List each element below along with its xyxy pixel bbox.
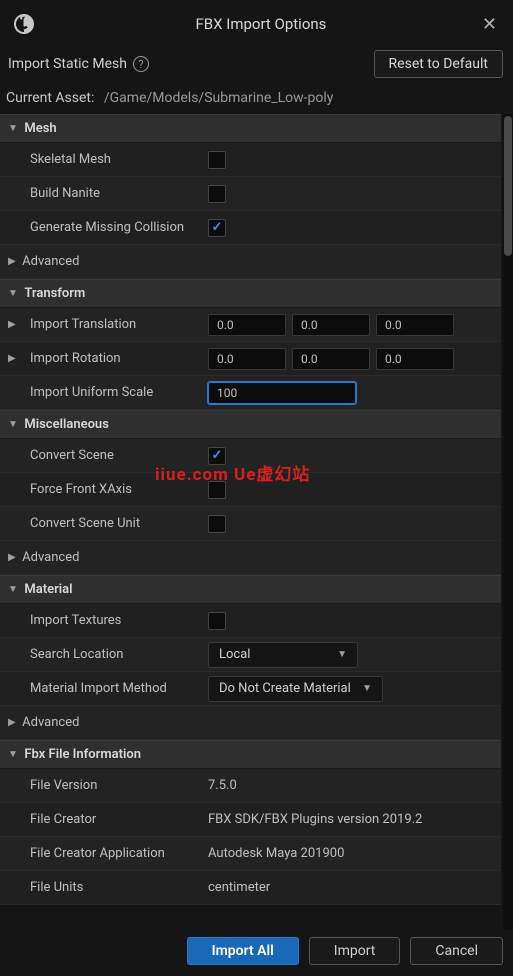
chevron-down-icon: ▼ bbox=[337, 649, 347, 660]
import-subtitle: Import Static Mesh bbox=[8, 56, 127, 72]
checkbox-force-front-x[interactable] bbox=[208, 481, 226, 499]
label-skeletal-mesh: Skeletal Mesh bbox=[26, 152, 208, 167]
import-button[interactable]: Import bbox=[309, 937, 401, 965]
chevron-down-icon: ▼ bbox=[8, 584, 18, 595]
close-icon[interactable]: ✕ bbox=[478, 10, 501, 39]
help-icon[interactable]: ? bbox=[133, 56, 149, 72]
label-search-location: Search Location bbox=[26, 647, 208, 662]
chevron-right-icon: ▶ bbox=[8, 256, 16, 267]
category-material[interactable]: ▼ Material bbox=[0, 575, 501, 604]
chevron-right-icon: ▶ bbox=[8, 552, 16, 563]
label-import-rotation: Import Rotation bbox=[26, 351, 208, 366]
chevron-right-icon[interactable]: ▶ bbox=[8, 319, 16, 330]
material-advanced[interactable]: ▶ Advanced bbox=[0, 706, 501, 740]
mesh-advanced[interactable]: ▶ Advanced bbox=[0, 245, 501, 279]
chevron-down-icon: ▼ bbox=[8, 419, 18, 430]
uniform-scale-input[interactable] bbox=[208, 382, 356, 404]
chevron-down-icon: ▼ bbox=[362, 683, 372, 694]
dropdown-search-location[interactable]: Local ▼ bbox=[208, 642, 358, 668]
label-import-textures: Import Textures bbox=[26, 613, 208, 628]
label-build-nanite: Build Nanite bbox=[26, 186, 208, 201]
value-file-creator-app: Autodesk Maya 201900 bbox=[208, 846, 344, 861]
reset-to-default-button[interactable]: Reset to Default bbox=[374, 50, 503, 78]
label-generate-collision: Generate Missing Collision bbox=[26, 220, 208, 235]
current-asset-label: Current Asset: bbox=[6, 90, 94, 106]
label-file-version: File Version bbox=[26, 778, 208, 793]
label-file-creator: File Creator bbox=[26, 812, 208, 827]
scrollbar-track[interactable] bbox=[503, 114, 513, 930]
checkbox-build-nanite[interactable] bbox=[208, 185, 226, 203]
cancel-button[interactable]: Cancel bbox=[410, 937, 503, 965]
checkbox-skeletal-mesh[interactable] bbox=[208, 151, 226, 169]
dropdown-material-import-method[interactable]: Do Not Create Material ▼ bbox=[208, 676, 383, 702]
rotation-y-input[interactable] bbox=[292, 348, 370, 370]
current-asset-path: /Game/Models/Submarine_Low-poly bbox=[104, 90, 334, 106]
translation-y-input[interactable] bbox=[292, 314, 370, 336]
window-title: FBX Import Options bbox=[44, 15, 478, 33]
scrollbar-thumb[interactable] bbox=[504, 116, 512, 256]
label-force-front-x: Force Front XAxis bbox=[26, 482, 208, 497]
checkbox-convert-scene[interactable] bbox=[208, 447, 226, 465]
label-convert-scene-unit: Convert Scene Unit bbox=[26, 516, 208, 531]
category-fbx-info[interactable]: ▼ Fbx File Information bbox=[0, 740, 501, 769]
label-uniform-scale: Import Uniform Scale bbox=[26, 385, 208, 400]
category-mesh[interactable]: ▼ Mesh bbox=[0, 114, 501, 143]
chevron-down-icon: ▼ bbox=[8, 288, 18, 299]
rotation-x-input[interactable] bbox=[208, 348, 286, 370]
value-file-units: centimeter bbox=[208, 880, 270, 895]
chevron-right-icon: ▶ bbox=[8, 717, 16, 728]
value-file-version: 7.5.0 bbox=[208, 778, 237, 793]
category-misc[interactable]: ▼ Miscellaneous bbox=[0, 410, 501, 439]
translation-x-input[interactable] bbox=[208, 314, 286, 336]
category-transform[interactable]: ▼ Transform bbox=[0, 279, 501, 308]
import-all-button[interactable]: Import All bbox=[187, 937, 299, 965]
value-file-creator: FBX SDK/FBX Plugins version 2019.2 bbox=[208, 812, 422, 827]
label-file-units: File Units bbox=[26, 880, 208, 895]
label-convert-scene: Convert Scene bbox=[26, 448, 208, 463]
rotation-z-input[interactable] bbox=[376, 348, 454, 370]
chevron-right-icon[interactable]: ▶ bbox=[8, 353, 16, 364]
checkbox-generate-collision[interactable] bbox=[208, 219, 226, 237]
checkbox-convert-scene-unit[interactable] bbox=[208, 515, 226, 533]
label-material-import-method: Material Import Method bbox=[26, 681, 208, 696]
misc-advanced[interactable]: ▶ Advanced bbox=[0, 541, 501, 575]
chevron-down-icon: ▼ bbox=[8, 749, 18, 760]
checkbox-import-textures[interactable] bbox=[208, 612, 226, 630]
unreal-logo-icon bbox=[12, 12, 36, 36]
label-file-creator-app: File Creator Application bbox=[26, 846, 208, 861]
translation-z-input[interactable] bbox=[376, 314, 454, 336]
label-import-translation: Import Translation bbox=[26, 317, 208, 332]
chevron-down-icon: ▼ bbox=[8, 123, 18, 134]
